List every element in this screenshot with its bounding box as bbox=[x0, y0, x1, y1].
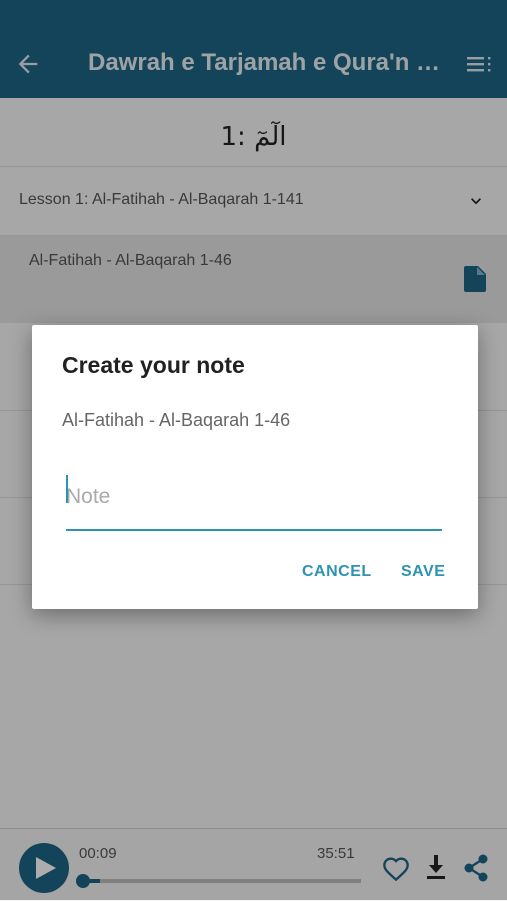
cancel-button[interactable]: CANCEL bbox=[302, 563, 372, 581]
save-button[interactable]: SAVE bbox=[401, 563, 445, 581]
dialog-subtitle: Al-Fatihah - Al-Baqarah 1-46 bbox=[62, 410, 291, 430]
text-cursor bbox=[66, 475, 68, 503]
create-note-dialog: Create your note Al-Fatihah - Al-Baqarah… bbox=[32, 325, 478, 609]
dialog-title: Create your note bbox=[62, 352, 245, 378]
note-input[interactable] bbox=[66, 465, 442, 531]
